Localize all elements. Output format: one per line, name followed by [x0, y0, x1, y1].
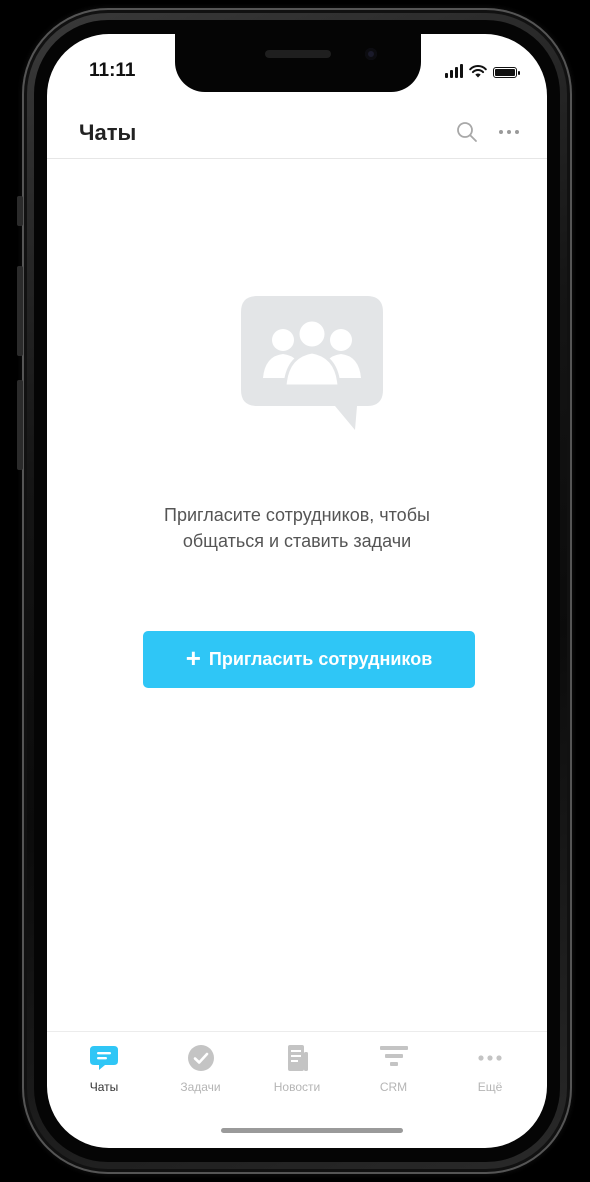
empty-state-line-2: общаться и ставить задачи — [182, 531, 412, 551]
volume-down-button — [17, 380, 23, 470]
canvas: 11:11 Чаты Пригласите сотрудников, чтобы… — [0, 0, 590, 1182]
check-circle-icon — [187, 1045, 214, 1071]
tab-bar: Чаты Задачи Новости CRM Ещё — [47, 1031, 547, 1101]
empty-state-message: Пригласите сотрудников, чтобы общаться и… — [87, 502, 507, 554]
tab-label: CRM — [379, 1080, 408, 1094]
tab-more[interactable]: Ещё — [445, 1032, 535, 1101]
chat-bubble-icon — [90, 1046, 118, 1070]
nav-header: Чаты — [47, 114, 547, 159]
cellular-signal-icon — [445, 64, 463, 78]
tab-label: Задачи — [180, 1080, 221, 1094]
dot — [515, 130, 519, 134]
search-icon[interactable] — [455, 120, 479, 144]
notch — [175, 34, 421, 92]
invite-employees-button[interactable]: + Пригласить сотрудников — [143, 631, 475, 688]
earpiece-speaker — [265, 50, 331, 58]
battery-icon — [493, 67, 520, 78]
status-icons — [445, 64, 520, 78]
plus-icon: + — [185, 643, 201, 673]
invite-employees-label: Пригласить сотрудников — [208, 649, 433, 669]
more-options-button[interactable] — [493, 118, 525, 146]
empty-state-line-1: Пригласите сотрудников, чтобы — [164, 505, 430, 525]
tab-label: Новости — [273, 1080, 321, 1094]
tab-label: Ещё — [477, 1080, 503, 1094]
tab-label: Чаты — [89, 1080, 119, 1094]
status-time: 11:11 — [89, 60, 136, 81]
screen: 11:11 Чаты Пригласите сотрудников, чтобы… — [47, 34, 547, 1148]
volume-up-button — [17, 266, 23, 356]
funnel-icon — [379, 1046, 408, 1066]
dot — [507, 130, 511, 134]
more-horizontal-icon — [478, 1055, 502, 1061]
tab-news[interactable]: Новости — [252, 1032, 342, 1101]
mute-switch — [17, 196, 23, 226]
home-indicator[interactable] — [221, 1128, 403, 1133]
tab-tasks[interactable]: Задачи — [156, 1032, 246, 1101]
wifi-icon — [469, 65, 487, 78]
group-chat-bubble-icon — [241, 296, 383, 430]
tab-crm[interactable]: CRM — [349, 1032, 439, 1101]
tab-chats[interactable]: Чаты — [59, 1032, 149, 1101]
front-camera — [365, 48, 377, 60]
dot — [499, 130, 503, 134]
page-title: Чаты — [79, 120, 137, 145]
news-document-icon — [288, 1045, 308, 1071]
